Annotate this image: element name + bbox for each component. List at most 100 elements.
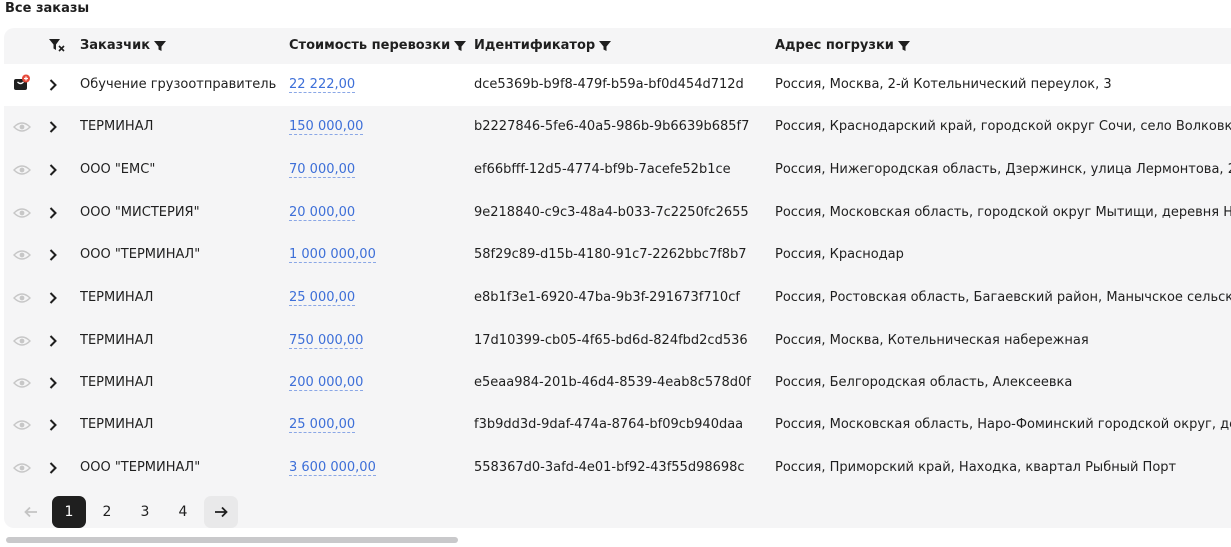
scrollbar-thumb[interactable] bbox=[6, 537, 458, 543]
column-header-address[interactable]: Адрес погрузки bbox=[775, 38, 910, 54]
customer-cell: ТЕРМИНАЛ bbox=[80, 333, 154, 348]
address-cell: Россия, Москва, Котельническая набережна… bbox=[775, 333, 1089, 348]
id-cell: e8b1f3e1-6920-47ba-9b3f-291673f710cf bbox=[474, 290, 740, 305]
table-row[interactable]: ТЕРМИНАЛ 150 000,00 b2227846-5fe6-40a5-986… bbox=[4, 106, 1231, 148]
price-cell: 70 000,00 bbox=[289, 162, 469, 178]
price-link[interactable]: 150 000,00 bbox=[289, 119, 364, 135]
table-row[interactable]: ТЕРМИНАЛ 25 000,00 e8b1f3e1-6920-47ba-9b3f… bbox=[4, 277, 1231, 319]
price-cell: 750 000,00 bbox=[289, 333, 469, 349]
table-row[interactable]: Обучение грузоотправитель 22 222,00 dce536… bbox=[4, 64, 1231, 106]
eye-icon[interactable] bbox=[13, 292, 31, 304]
chevron-right-icon[interactable] bbox=[48, 78, 58, 92]
address-cell: Россия, Приморский край, Находка, кварта… bbox=[775, 460, 1177, 475]
page-button-1[interactable]: 1 bbox=[52, 496, 86, 528]
price-link[interactable]: 20 000,00 bbox=[289, 205, 356, 221]
address-cell: Россия, Белгородская область, Алексеевка bbox=[775, 375, 1073, 390]
page-button-4[interactable]: 4 bbox=[166, 496, 200, 528]
price-cell: 20 000,00 bbox=[289, 205, 469, 221]
price-cell: 200 000,00 bbox=[289, 375, 469, 391]
price-link[interactable]: 750 000,00 bbox=[289, 333, 364, 349]
arrow-right-icon bbox=[215, 506, 228, 518]
id-cell: 9e218840-c9c3-48a4-b033-7c2250fc2655 bbox=[474, 205, 749, 220]
price-link[interactable]: 25 000,00 bbox=[289, 290, 356, 306]
orders-table: Заказчик Стоимость перевозки Идентификат… bbox=[4, 28, 1231, 528]
chevron-right-icon[interactable] bbox=[48, 461, 58, 475]
chevron-right-icon[interactable] bbox=[48, 163, 58, 177]
address-cell: Россия, Нижегородская область, Дзержинск… bbox=[775, 162, 1231, 177]
table-row[interactable]: ООО "ТЕРМИНАЛ" 3 600 000,00 558367d0-3afd-… bbox=[4, 447, 1231, 489]
filter-icon[interactable] bbox=[897, 40, 910, 52]
customer-cell: ТЕРМИНАЛ bbox=[80, 119, 154, 134]
prev-page-button[interactable] bbox=[14, 496, 48, 528]
page-title: Все заказы bbox=[5, 1, 90, 16]
price-cell: 3 600 000,00 bbox=[289, 460, 469, 476]
price-cell: 150 000,00 bbox=[289, 119, 469, 135]
price-link[interactable]: 3 600 000,00 bbox=[289, 460, 376, 476]
id-cell: b2227846-5fe6-40a5-986b-9b6639b685f7 bbox=[474, 119, 750, 134]
id-cell: 558367d0-3afd-4e01-bf92-43f55d98698c bbox=[474, 460, 745, 475]
eye-icon[interactable] bbox=[13, 164, 31, 176]
horizontal-scrollbar[interactable] bbox=[4, 535, 1231, 544]
id-cell: ef66bfff-12d5-4774-bf9b-7acefe52b1ce bbox=[474, 162, 731, 177]
chevron-right-icon[interactable] bbox=[48, 418, 58, 432]
price-link[interactable]: 22 222,00 bbox=[289, 77, 356, 93]
address-cell: Россия, Москва, 2-й Котельнический переу… bbox=[775, 77, 1112, 92]
order-badge-icon[interactable] bbox=[13, 74, 31, 92]
table-row[interactable]: ООО "ЕМС" 70 000,00 ef66bfff-12d5-4774-bf9… bbox=[4, 149, 1231, 191]
eye-icon[interactable] bbox=[13, 419, 31, 431]
table-row[interactable]: ТЕРМИНАЛ 25 000,00 f3b9dd3d-9daf-474a-8764… bbox=[4, 404, 1231, 446]
customer-cell: ТЕРМИНАЛ bbox=[80, 375, 154, 390]
column-header-label: Идентификатор bbox=[474, 38, 596, 53]
address-cell: Россия, Краснодар bbox=[775, 247, 904, 262]
clear-filters-icon[interactable] bbox=[48, 37, 66, 53]
column-header-customer[interactable]: Заказчик bbox=[80, 38, 167, 54]
price-link[interactable]: 1 000 000,00 bbox=[289, 247, 376, 263]
filter-icon[interactable] bbox=[599, 40, 612, 52]
address-cell: Россия, Ростовская область, Багаевский р… bbox=[775, 290, 1231, 305]
eye-icon[interactable] bbox=[13, 335, 31, 347]
customer-cell: ТЕРМИНАЛ bbox=[80, 290, 154, 305]
price-link[interactable]: 200 000,00 bbox=[289, 375, 364, 391]
filter-icon[interactable] bbox=[154, 40, 167, 52]
page-button-3[interactable]: 3 bbox=[128, 496, 162, 528]
eye-icon[interactable] bbox=[13, 377, 31, 389]
price-link[interactable]: 25 000,00 bbox=[289, 417, 356, 433]
column-header-label: Стоимость перевозки bbox=[289, 38, 451, 53]
customer-cell: ТЕРМИНАЛ bbox=[80, 417, 154, 432]
table-row[interactable]: ТЕРМИНАЛ 200 000,00 e5eaa984-201b-46d4-853… bbox=[4, 362, 1231, 404]
chevron-right-icon[interactable] bbox=[48, 376, 58, 390]
column-header-label: Заказчик bbox=[80, 38, 151, 53]
price-cell: 25 000,00 bbox=[289, 290, 469, 306]
eye-icon[interactable] bbox=[13, 207, 31, 219]
arrow-left-icon bbox=[24, 506, 37, 518]
eye-icon[interactable] bbox=[13, 249, 31, 261]
price-cell: 22 222,00 bbox=[289, 77, 469, 93]
next-page-button[interactable] bbox=[204, 496, 238, 528]
customer-cell: Обучение грузоотправитель bbox=[80, 77, 277, 92]
address-cell: Россия, Краснодарский край, городской ок… bbox=[775, 119, 1231, 134]
chevron-right-icon[interactable] bbox=[48, 248, 58, 262]
address-cell: Россия, Московская область, Наро-Фоминск… bbox=[775, 417, 1231, 432]
table-row[interactable]: ТЕРМИНАЛ 750 000,00 17d10399-cb05-4f65-bd6… bbox=[4, 320, 1231, 362]
chevron-right-icon[interactable] bbox=[48, 120, 58, 134]
table-header: Заказчик Стоимость перевозки Идентификат… bbox=[4, 28, 1231, 64]
price-cell: 1 000 000,00 bbox=[289, 247, 469, 263]
customer-cell: ООО "ТЕРМИНАЛ" bbox=[80, 247, 201, 262]
chevron-right-icon[interactable] bbox=[48, 334, 58, 348]
filter-icon[interactable] bbox=[454, 40, 467, 52]
column-header-label: Адрес погрузки bbox=[775, 38, 894, 53]
id-cell: 58f29c89-d15b-4180-91c7-2262bbc7f8b7 bbox=[474, 247, 747, 262]
id-cell: dce5369b-b9f8-479f-b59a-bf0d454d712d bbox=[474, 77, 744, 92]
price-link[interactable]: 70 000,00 bbox=[289, 162, 356, 178]
eye-icon[interactable] bbox=[13, 121, 31, 133]
chevron-right-icon[interactable] bbox=[48, 206, 58, 220]
column-header-id[interactable]: Идентификатор bbox=[474, 38, 612, 54]
table-row[interactable]: ООО "ТЕРМИНАЛ" 1 000 000,00 58f29c89-d15b-… bbox=[4, 234, 1231, 276]
id-cell: e5eaa984-201b-46d4-8539-4eab8c578d0f bbox=[474, 375, 751, 390]
column-header-price[interactable]: Стоимость перевозки bbox=[289, 38, 467, 54]
chevron-right-icon[interactable] bbox=[48, 291, 58, 305]
page-button-2[interactable]: 2 bbox=[90, 496, 124, 528]
eye-icon[interactable] bbox=[13, 462, 31, 474]
table-row[interactable]: ООО "МИСТЕРИЯ" 20 000,00 9e218840-c9c3-48a… bbox=[4, 192, 1231, 234]
id-cell: f3b9dd3d-9daf-474a-8764-bf09cb940daa bbox=[474, 417, 744, 432]
